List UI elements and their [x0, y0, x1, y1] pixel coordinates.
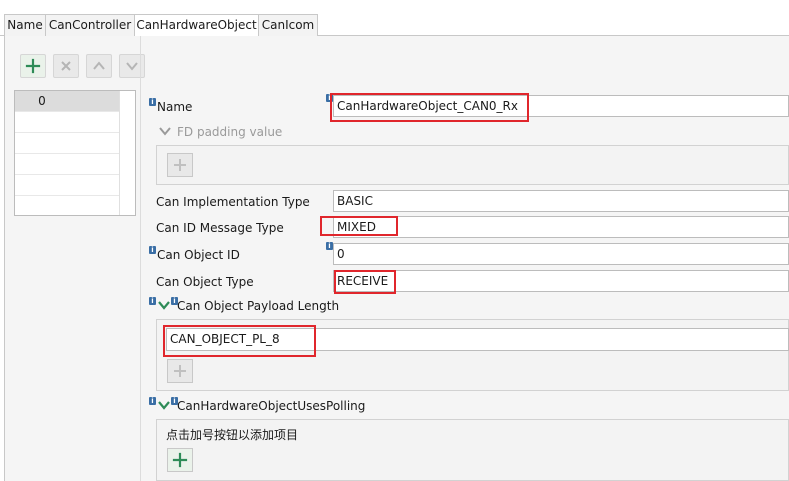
- polling-hint: 点击加号按钮以添加项目: [166, 428, 299, 442]
- name-label: Name: [157, 100, 193, 114]
- id-msg-type-field[interactable]: MIXED: [333, 216, 789, 238]
- payload-label: Can Object Payload Length: [177, 299, 340, 313]
- impl-type-label: Can Implementation Type: [156, 195, 310, 209]
- object-id-field[interactable]: 0: [333, 243, 789, 265]
- list-row-empty: [15, 175, 119, 196]
- list-item[interactable]: 0: [15, 91, 119, 112]
- payload-add-button[interactable]: [167, 359, 193, 383]
- impl-type-field[interactable]: BASIC: [333, 190, 789, 212]
- x-icon: [61, 61, 71, 71]
- info-icon: i: [149, 297, 156, 305]
- polling-add-button[interactable]: [167, 448, 193, 472]
- highlight-box: [163, 325, 316, 357]
- tab-canicom[interactable]: CanIcom: [258, 14, 318, 36]
- plus-icon: [174, 159, 186, 171]
- add-button[interactable]: [20, 54, 46, 78]
- object-id-label: Can Object ID: [157, 248, 240, 262]
- highlight-box: [330, 93, 529, 122]
- highlight-box: [320, 216, 398, 236]
- object-list: 0: [14, 90, 136, 216]
- tab-name[interactable]: Name: [4, 14, 46, 36]
- tab-bar: Name CanController CanHardwareObject Can…: [0, 14, 789, 37]
- list-item-label: 0: [38, 94, 46, 108]
- object-type-label: Can Object Type: [156, 275, 254, 289]
- object-type-field[interactable]: RECEIVE: [333, 270, 789, 292]
- info-icon: i: [149, 397, 156, 405]
- polling-label: CanHardwareObjectUsesPolling: [177, 399, 366, 413]
- list-row-empty: [15, 133, 119, 154]
- plus-icon: [174, 365, 186, 377]
- id-msg-type-label: Can ID Message Type: [156, 221, 284, 235]
- fd-padding-group: [156, 145, 789, 185]
- fd-padding-label: FD padding value: [177, 125, 283, 139]
- info-icon: i: [149, 246, 156, 254]
- move-up-button[interactable]: [86, 54, 112, 78]
- tab-canhardwareobject-label: CanHardwareObject: [136, 18, 257, 32]
- tab-cancontroller-label: CanController: [48, 18, 132, 32]
- plus-icon: [172, 452, 188, 468]
- fd-padding-add-button[interactable]: [167, 153, 193, 177]
- chevron-down-icon[interactable]: [158, 400, 170, 410]
- tab-canhardwareobject[interactable]: CanHardwareObject: [134, 14, 259, 37]
- splitter[interactable]: [140, 36, 141, 481]
- highlight-box: [334, 270, 396, 294]
- remove-button[interactable]: [53, 54, 79, 78]
- tab-name-label: Name: [7, 18, 43, 32]
- tab-canicom-label: CanIcom: [261, 18, 315, 32]
- move-down-button[interactable]: [119, 54, 145, 78]
- tab-cancontroller[interactable]: CanController: [45, 14, 135, 36]
- chevron-down-icon[interactable]: [159, 126, 171, 136]
- chevron-up-icon: [93, 61, 105, 70]
- list-row-empty: [15, 154, 119, 175]
- chevron-down-icon[interactable]: [158, 300, 170, 310]
- list-column-divider: [119, 91, 120, 215]
- plus-icon: [25, 58, 41, 74]
- list-row-empty: [15, 112, 119, 133]
- chevron-down-icon: [126, 62, 138, 71]
- info-icon: i: [149, 98, 156, 106]
- info-icon: i: [326, 242, 333, 250]
